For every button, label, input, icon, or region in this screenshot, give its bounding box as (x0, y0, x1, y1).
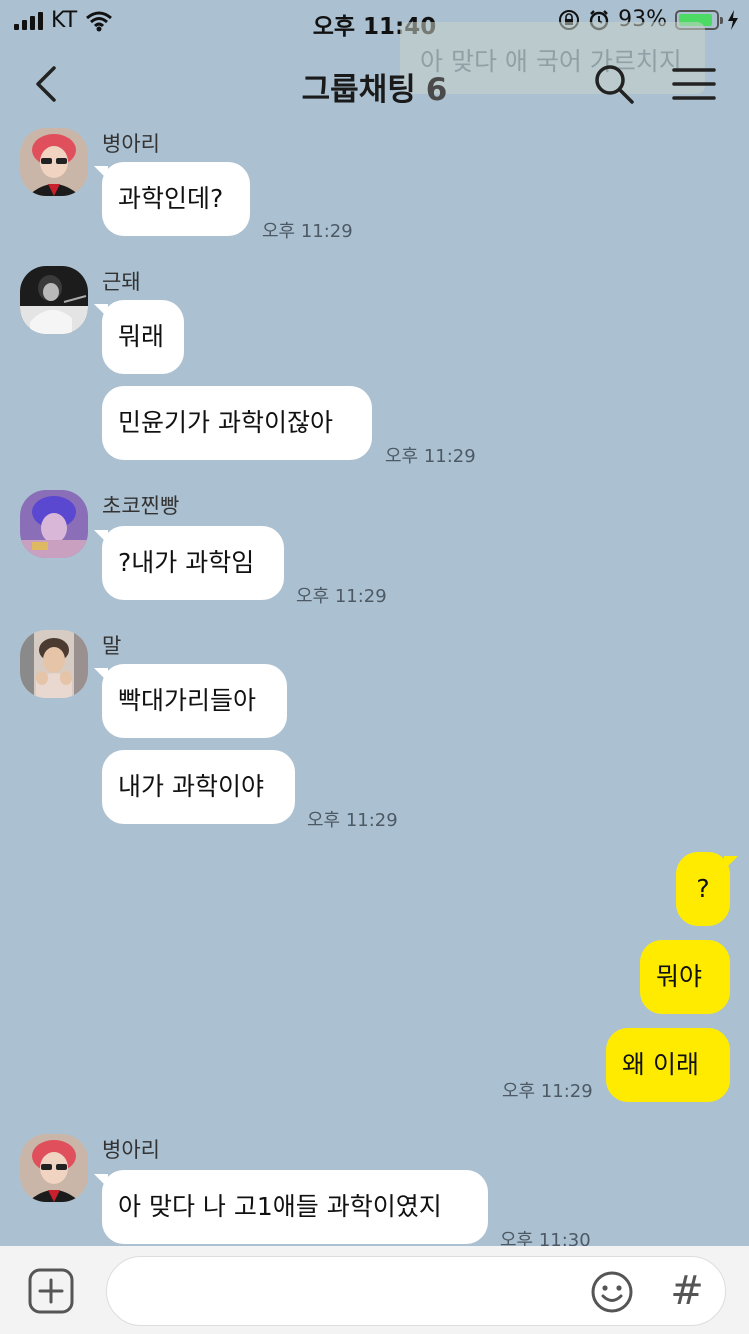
message-time: 오후 11:29 (296, 586, 387, 607)
message-time: 오후 11:29 (307, 810, 398, 831)
message-time: 오후 11:29 (262, 221, 353, 242)
sender-name: 병아리 (102, 132, 160, 156)
avatar[interactable] (20, 1134, 88, 1202)
sender-name: 병아리 (102, 1138, 160, 1162)
message-time: 오후 11:30 (500, 1230, 591, 1246)
plus-square-icon[interactable] (28, 1268, 74, 1314)
chat-title-text: 그룹채팅 (301, 72, 416, 108)
input-bar: # (0, 1246, 749, 1334)
my-message-bubble[interactable]: ? (676, 852, 738, 926)
message-time: 오후 11:29 (502, 1081, 593, 1102)
avatar[interactable] (20, 128, 88, 196)
chat-title: 그룹채팅 6 (0, 64, 749, 109)
avatar[interactable] (20, 266, 88, 334)
message-bubble[interactable]: 과학인데? (94, 162, 250, 236)
message-bubble[interactable]: 민윤기가 과학이잖아 (102, 386, 372, 460)
search-icon[interactable] (592, 62, 636, 106)
sender-name: 초코찐빵 (102, 494, 180, 518)
message-bubble[interactable]: 아 맞다 나 고1애들 과학이였지 (94, 1170, 488, 1244)
avatar[interactable] (20, 490, 88, 558)
my-message-bubble[interactable]: 왜 이래 (606, 1028, 730, 1102)
sender-name: 근돼 (102, 270, 141, 294)
message-bubble[interactable]: 내가 과학이야 (102, 750, 295, 824)
message-input[interactable] (127, 1267, 571, 1317)
hashtag-button[interactable]: # (667, 1265, 707, 1317)
avatar[interactable] (20, 630, 88, 698)
chat-header: 그룹채팅 6 (0, 40, 749, 128)
hamburger-menu-icon[interactable] (672, 66, 716, 102)
message-bubble[interactable]: 빡대가리들아 (94, 664, 287, 738)
message-list[interactable]: 병아리 과학인데? 오후 11:29 근돼 뭐래 민윤기가 과학이잖아 오후 1… (0, 120, 749, 1246)
sender-name: 말 (102, 634, 122, 658)
message-bubble[interactable]: 뭐래 (94, 300, 184, 374)
my-message-bubble[interactable]: 뭐야 (640, 940, 730, 1014)
smiley-icon[interactable] (589, 1269, 635, 1315)
message-time: 오후 11:29 (385, 446, 476, 467)
message-input-field: # (106, 1256, 726, 1326)
member-count: 6 (425, 72, 448, 108)
message-bubble[interactable]: ?내가 과학임 (94, 526, 284, 600)
charging-icon (728, 9, 738, 30)
